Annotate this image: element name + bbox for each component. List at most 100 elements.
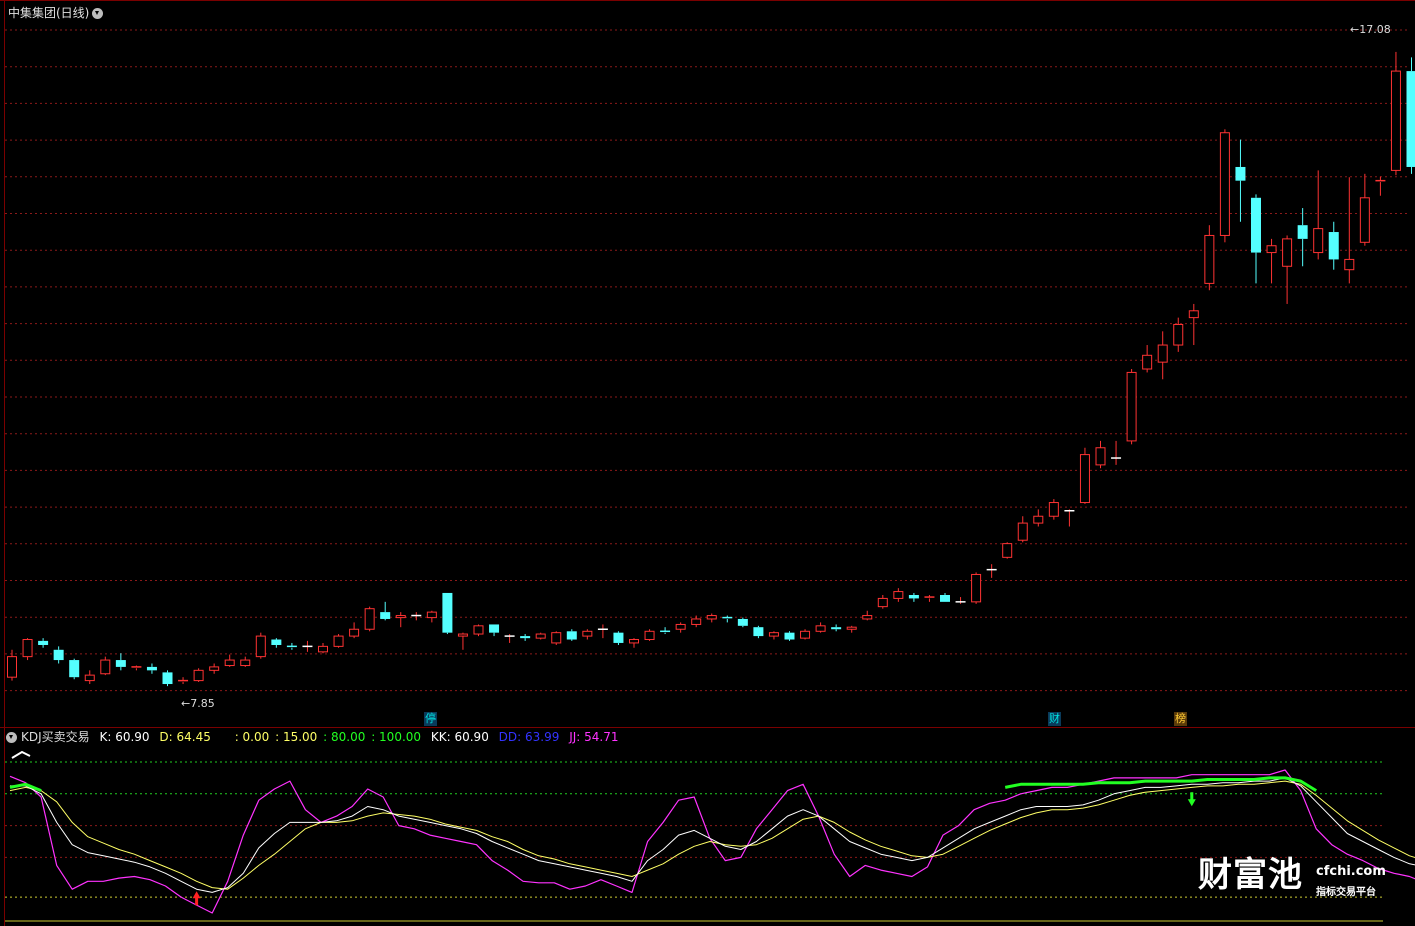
candle (1266, 238, 1277, 284)
candle (535, 632, 546, 640)
candle (1064, 509, 1075, 527)
candle-body (7, 656, 17, 678)
candle-body (971, 573, 982, 603)
candle-body (551, 632, 562, 644)
kdj-name[interactable]: KDJ买卖交易 (21, 730, 90, 744)
stock-title: 中集集团(日线) (8, 6, 104, 20)
candle (1204, 225, 1215, 291)
candle-body (22, 639, 33, 658)
candle (1142, 345, 1153, 373)
candle-body (1359, 197, 1370, 243)
candle (318, 642, 328, 654)
candle-body (473, 625, 484, 635)
candle (629, 638, 639, 648)
level-15: : 15.00 (275, 730, 318, 744)
candle-body (457, 633, 468, 637)
candle (1297, 208, 1308, 267)
candle-body (706, 615, 717, 620)
candle-body (489, 624, 500, 633)
candle (349, 622, 360, 639)
candle-body (364, 608, 375, 630)
watermark-slogan: 指标交易平台 (1316, 887, 1376, 898)
dropdown-circle-icon[interactable] (92, 8, 104, 19)
candle-body (768, 632, 779, 637)
candle (940, 592, 950, 602)
candle (489, 624, 500, 637)
candle (908, 592, 919, 602)
main-grid (5, 29, 1410, 692)
candle-body (240, 659, 251, 667)
candle (53, 646, 64, 664)
level-0: : 0.00 (234, 730, 270, 744)
candle (551, 631, 562, 645)
candle (1328, 221, 1339, 270)
candle (1375, 176, 1386, 196)
candle (442, 592, 453, 635)
candle-body (1204, 234, 1215, 284)
candle-body (1344, 258, 1355, 271)
candle (1017, 516, 1028, 543)
candle (893, 588, 904, 602)
candle-body (1173, 323, 1184, 346)
candle-body (520, 636, 531, 639)
candle (1282, 235, 1293, 304)
candle (1033, 509, 1044, 527)
candle (504, 634, 515, 643)
candle (986, 564, 997, 578)
dd-value: DD: 63.99 (498, 730, 560, 744)
candle (38, 638, 49, 648)
candle-body (1048, 502, 1059, 517)
candle (146, 663, 157, 674)
candle (162, 670, 173, 687)
candle (1235, 139, 1246, 222)
candle (1390, 51, 1401, 176)
candle-body (691, 618, 702, 625)
candle (1219, 129, 1230, 243)
chart-canvas (0, 0, 1415, 926)
candle-body (1033, 515, 1044, 524)
candle (566, 629, 577, 641)
candle-body (1235, 166, 1246, 181)
candle (473, 624, 484, 637)
candle-body (38, 640, 49, 645)
watermark-cn: 财富池 (1198, 855, 1303, 895)
candle-body (831, 627, 842, 630)
candle (753, 625, 764, 639)
candle-body (815, 625, 826, 632)
candle (380, 601, 391, 621)
candle-body (84, 674, 95, 682)
candle-body (1251, 197, 1261, 253)
candle-body (1002, 543, 1013, 558)
candle (955, 597, 966, 604)
candle-body (1266, 245, 1277, 254)
indicator-menu-icon[interactable] (6, 732, 17, 743)
candle-body (380, 612, 391, 619)
candle (1002, 542, 1013, 559)
candle (84, 670, 95, 685)
halt-marker[interactable]: 停 (424, 712, 437, 726)
candle (426, 610, 437, 623)
candle-body (1142, 354, 1153, 370)
candle (722, 615, 733, 623)
candle-body (1095, 447, 1106, 466)
d-value: D: 64.45 (159, 730, 211, 744)
dragon-tiger-marker[interactable]: 榜 (1174, 712, 1187, 726)
candle (815, 622, 826, 633)
candle (691, 615, 702, 628)
candle-body (753, 627, 764, 637)
candle (1173, 317, 1184, 352)
candle (924, 595, 935, 602)
candle (22, 638, 33, 661)
candle-body (566, 631, 577, 640)
candle-body (1017, 522, 1028, 541)
candle (1126, 369, 1137, 445)
candle (115, 653, 126, 671)
candle (1079, 447, 1090, 504)
candle (193, 668, 204, 682)
candle-body (333, 635, 344, 647)
candle-body (115, 660, 126, 667)
candle (333, 634, 344, 648)
kdj-header: KDJ买卖交易 K: 60.90 D: 64.45 : 0.00 : 15.00… (6, 730, 618, 744)
finance-marker[interactable]: 财 (1048, 712, 1061, 726)
candle (1406, 57, 1415, 174)
